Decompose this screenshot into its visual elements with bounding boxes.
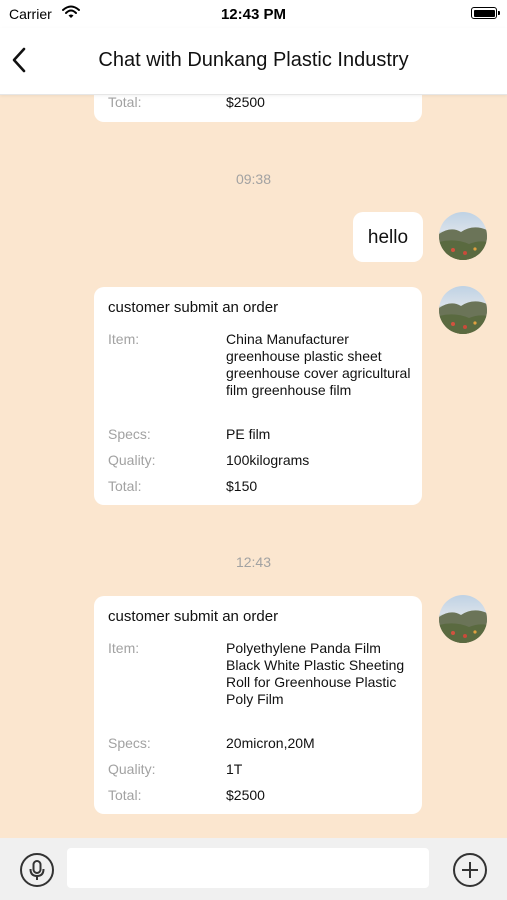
specs-value: PE film (226, 426, 271, 442)
quality-value: 1T (226, 761, 243, 777)
order-card-partial: Total: $2500 (94, 94, 422, 122)
item-label: Item: (108, 331, 140, 347)
order-card-heading: customer submit an order (108, 299, 279, 316)
total-value: $150 (226, 478, 258, 494)
add-button[interactable] (452, 852, 488, 888)
total-value: $2500 (226, 787, 265, 803)
message-bubble-hello[interactable]: hello (353, 212, 423, 262)
avatar[interactable] (439, 286, 487, 334)
total-label: Total: (108, 478, 142, 494)
message-input-bar (0, 838, 507, 900)
specs-label: Specs: (108, 426, 151, 442)
item-value: China Manufacturer greenhouse plastic sh… (226, 331, 411, 398)
landscape-avatar-icon (439, 227, 487, 260)
total-label: Total: (108, 787, 142, 803)
message-timestamp: 12:43 (235, 554, 272, 570)
chat-message-list[interactable]: Total: $2500 09:38 hello customer submit… (0, 94, 507, 838)
message-text: hello (367, 227, 409, 248)
item-label: Item: (108, 640, 140, 656)
total-label: Total: (108, 94, 142, 110)
item-value: Polyethylene Panda Film Black White Plas… (226, 640, 405, 707)
landscape-avatar-icon (439, 301, 487, 334)
total-value: $2500 (226, 94, 265, 110)
message-timestamp: 09:38 (235, 171, 272, 187)
specs-value: 20micron,20M (226, 735, 315, 751)
quality-label: Quality: (108, 761, 156, 777)
order-card-heading: customer submit an order (108, 608, 279, 625)
status-time: 12:43 PM (220, 6, 287, 23)
microphone-icon (20, 853, 54, 887)
navigation-bar: Chat with Dunkang Plastic Industry (0, 28, 507, 95)
order-card[interactable]: customer submit an order Item: Polyethyl… (94, 596, 422, 814)
quality-value: 100kilograms (226, 452, 310, 468)
specs-label: Specs: (108, 735, 151, 751)
message-input[interactable] (67, 848, 429, 888)
quality-label: Quality: (108, 452, 156, 468)
avatar[interactable] (439, 212, 487, 260)
status-bar: Carrier 12:43 PM (0, 0, 507, 28)
voice-button[interactable] (19, 852, 55, 888)
landscape-avatar-icon (439, 610, 487, 643)
battery-icon (471, 7, 500, 19)
order-card[interactable]: customer submit an order Item: China Man… (94, 287, 422, 505)
plus-circle-icon (453, 853, 487, 887)
avatar[interactable] (439, 595, 487, 643)
page-title: Chat with Dunkang Plastic Industry (98, 49, 409, 71)
